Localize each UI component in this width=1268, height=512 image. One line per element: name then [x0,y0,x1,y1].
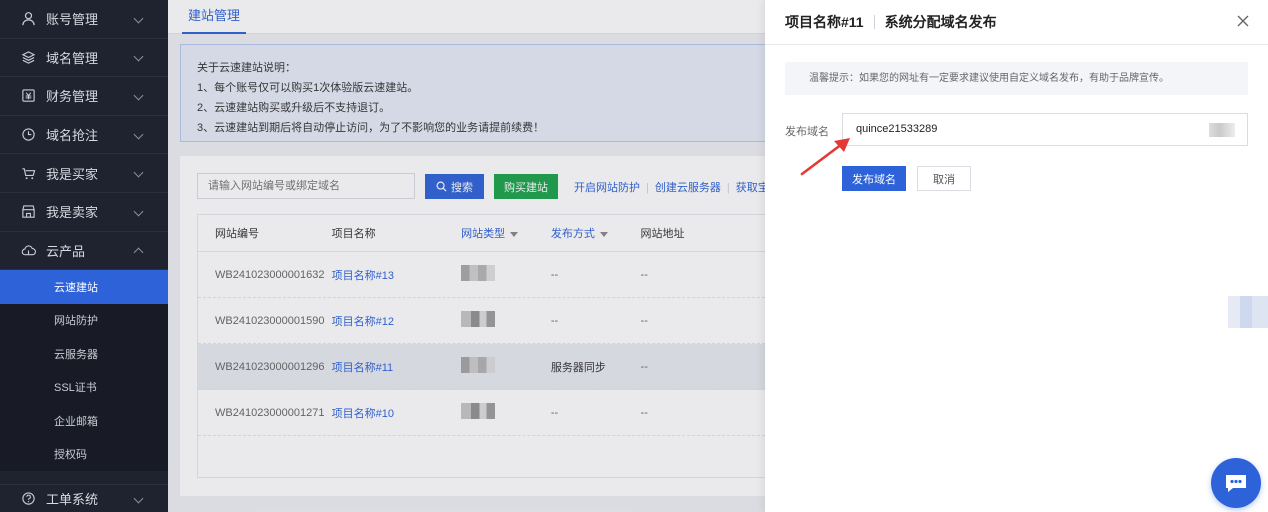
sidebar-item-label: 我是卖家 [46,205,99,221]
publish-domain-drawer: 项目名称#11 系统分配域名发布 温馨提示：如果您的网址有一定要求建议使用自定义… [765,0,1268,512]
sidebar-item-tickets[interactable]: 工单系统 [0,484,168,512]
sidebar-subitem-label: 网站防护 [54,315,98,328]
domain-field-value: quince21533289 [856,123,938,135]
chevron-down-icon [133,167,144,178]
domain-field[interactable]: quince21533289 [842,113,1248,146]
sidebar-subitem-ssl[interactable]: SSL证书 [0,370,168,405]
chevron-down-icon [133,493,144,504]
drawer-title: 系统分配域名发布 [884,14,997,30]
sidebar-item-label: 域名管理 [46,50,99,66]
sidebar-item-label: 账号管理 [46,12,99,28]
sidebar-subitem-site-builder[interactable]: 云速建站 [0,270,168,304]
clock-icon [20,127,36,143]
cart-icon [20,165,36,181]
chevron-down-icon [133,13,144,24]
sidebar-item-label: 云产品 [46,243,86,259]
sidebar-item-snatch[interactable]: 域名抢注 [0,116,168,155]
chevron-down-icon [133,51,144,62]
sidebar-subitem-mail[interactable]: 企业邮箱 [0,404,168,438]
chevron-down-icon [133,206,144,217]
sidebar-subitem-label: 授权码 [54,449,87,462]
sidebar-subitem-label: SSL证书 [54,382,97,395]
user-icon [20,11,36,27]
sidebar-item-account[interactable]: 账号管理 [0,0,168,39]
close-icon[interactable] [1236,14,1250,28]
blurred-side-widget [1228,296,1268,328]
chat-bubble-icon [1226,475,1246,492]
cloud-icon [20,242,36,258]
sidebar-item-domain[interactable]: 域名管理 [0,39,168,78]
annotation-arrow-icon [800,138,850,176]
chevron-down-icon [133,90,144,101]
sidebar-item-buyer[interactable]: 我是买家 [0,154,168,193]
sidebar-subitem-label: 云速建站 [54,281,98,294]
sidebar-subitem-label: 企业邮箱 [54,415,98,428]
sidebar-subitem-label: 云服务器 [54,348,98,361]
header-divider [873,15,875,29]
cancel-button[interactable]: 取消 [917,166,971,191]
drawer-project-name: 项目名称#11 [785,14,864,30]
sidebar-item-finance[interactable]: 财务管理 [0,77,168,116]
chevron-down-icon [133,129,144,140]
layers-icon [20,49,36,65]
sidebar-item-label: 财务管理 [46,89,99,105]
help-icon [20,491,36,507]
sidebar-item-seller[interactable]: 我是卖家 [0,193,168,232]
chevron-up-icon [133,247,144,258]
sidebar-subitem-cloud-server[interactable]: 云服务器 [0,337,168,371]
drawer-header: 项目名称#11 系统分配域名发布 [765,0,1268,45]
finance-icon [20,88,36,104]
tip-box: 温馨提示：如果您的网址有一定要求建议使用自定义域名发布，有助于品牌宣传。 [785,62,1248,95]
sidebar-item-label: 我是买家 [46,166,99,182]
domain-suffix-blurred [1209,123,1235,137]
sidebar-subitem-auth-code[interactable]: 授权码 [0,437,168,472]
modal-overlay[interactable] [168,0,765,512]
chat-support-button[interactable] [1211,458,1261,508]
sidebar-item-label: 域名抢注 [46,128,99,144]
sidebar-item-label: 工单系统 [46,492,99,507]
sidebar-item-cloud[interactable]: 云产品 [0,232,168,271]
sidebar-subitem-site-protection[interactable]: 网站防护 [0,303,168,338]
sidebar: 账号管理 域名管理 财务管理 域名抢注 我是买家 我是卖家 云产品 云速建站 网… [0,0,168,512]
store-icon [20,204,36,220]
